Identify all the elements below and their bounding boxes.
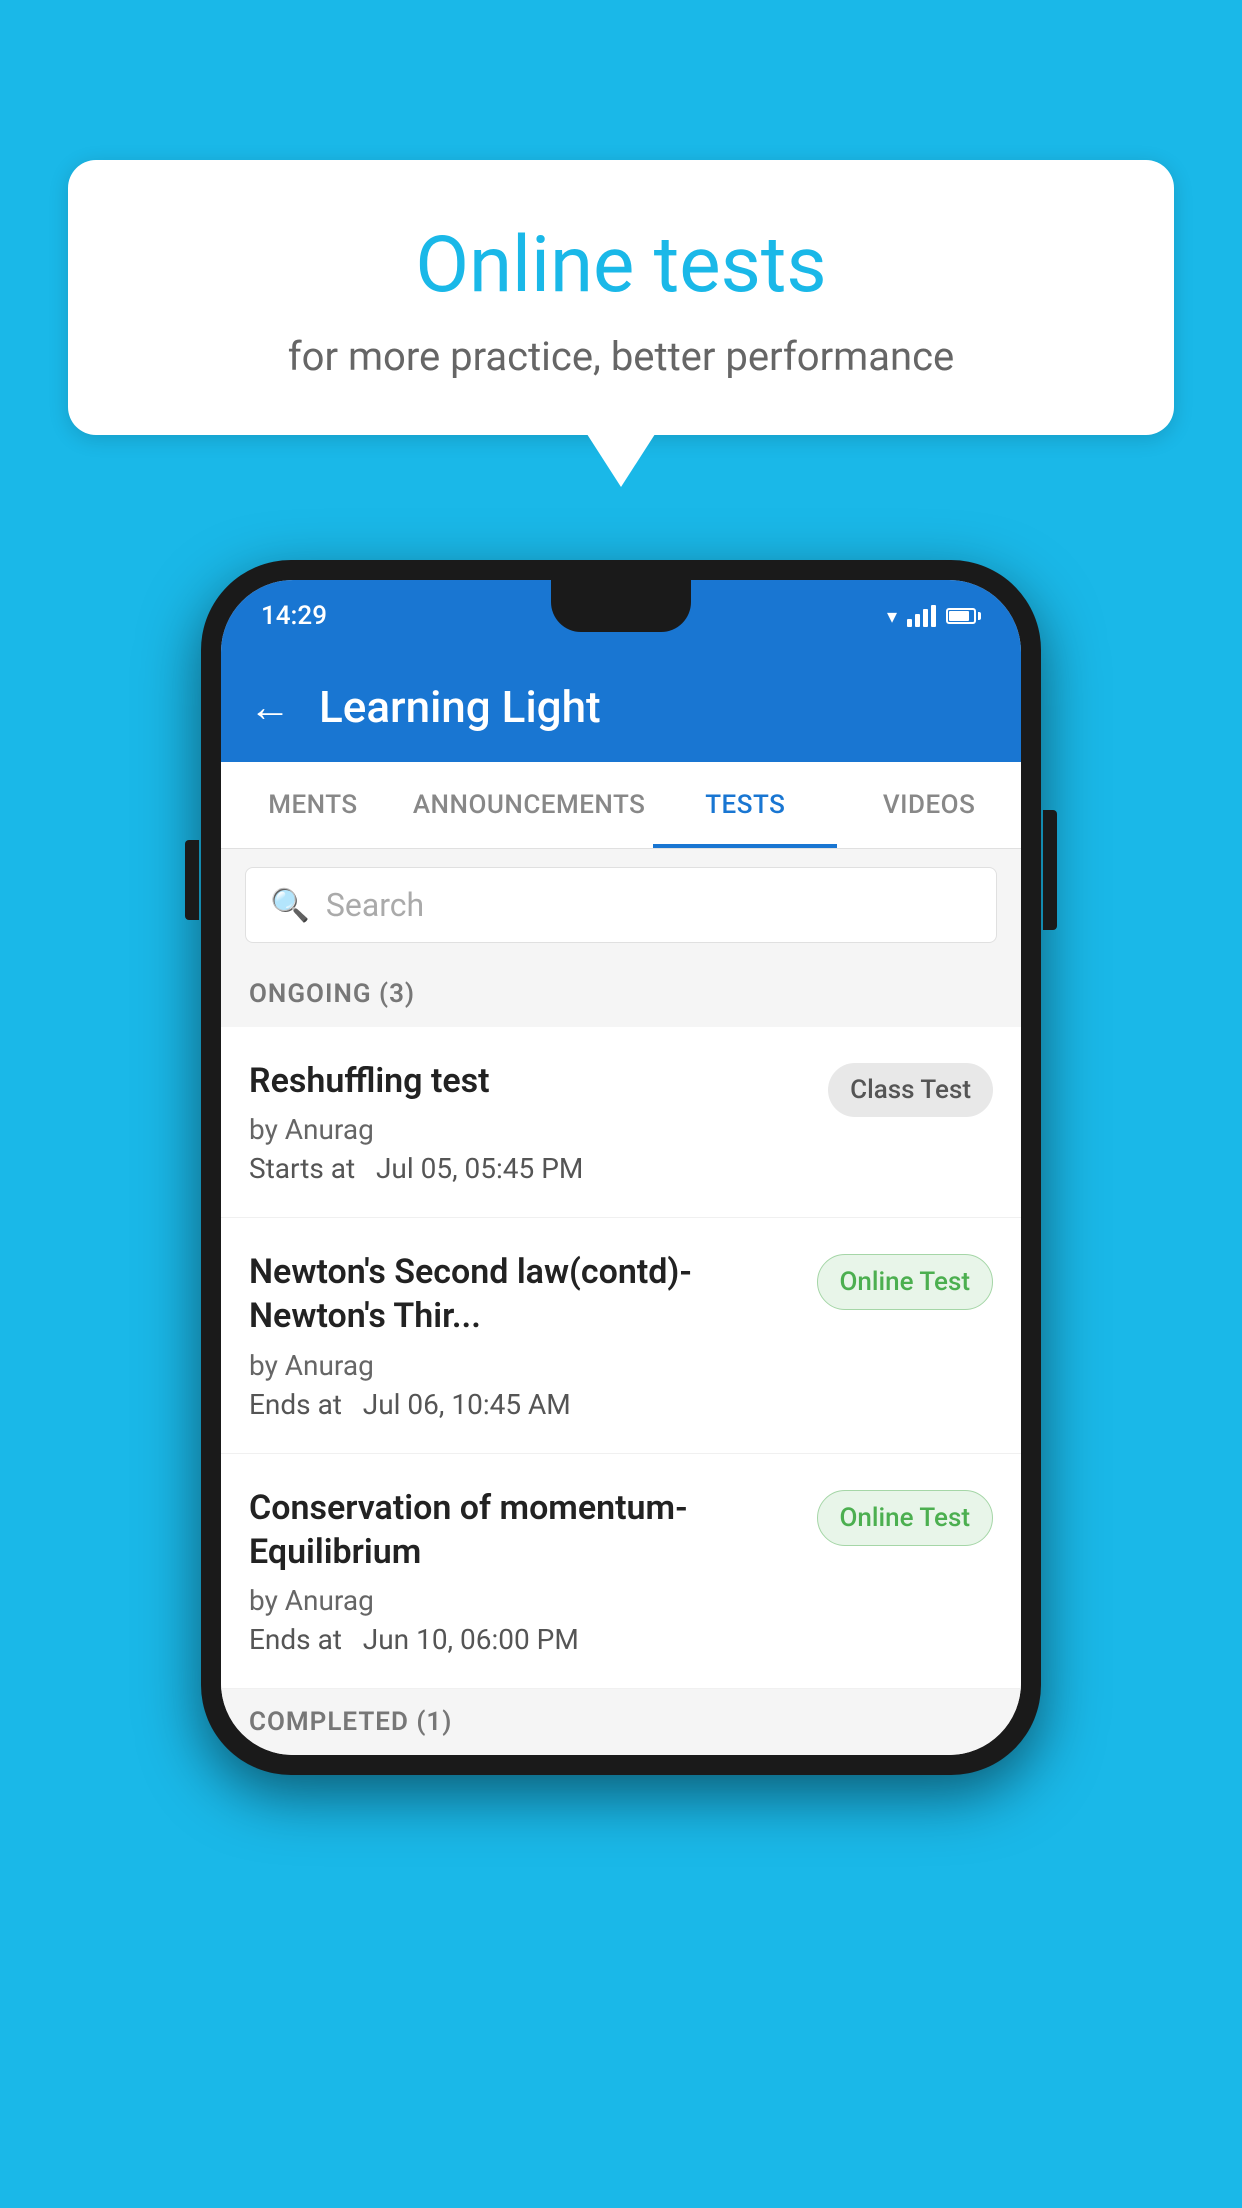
test-author: by Anurag	[249, 1113, 812, 1146]
ongoing-section-header: ONGOING (3)	[221, 961, 1021, 1027]
test-name: Conservation of momentum-Equilibrium	[249, 1486, 801, 1574]
bubble-title: Online tests	[118, 220, 1124, 311]
test-item[interactable]: Conservation of momentum-Equilibrium by …	[221, 1454, 1021, 1689]
tabs-container: MENTS ANNOUNCEMENTS TESTS VIDEOS	[221, 762, 1021, 849]
test-info: Reshuffling test by Anurag Starts at Jul…	[249, 1059, 812, 1185]
notch	[551, 580, 691, 632]
app-bar: ← Learning Light	[221, 652, 1021, 762]
app-bar-title: Learning Light	[319, 681, 601, 733]
speech-bubble: Online tests for more practice, better p…	[68, 160, 1174, 435]
test-info: Conservation of momentum-Equilibrium by …	[249, 1486, 801, 1656]
test-time: Ends at Jul 06, 10:45 AM	[249, 1388, 801, 1421]
phone-screen: 14:29 ▾ ← Learning Ligh	[221, 580, 1021, 1755]
test-item[interactable]: Reshuffling test by Anurag Starts at Jul…	[221, 1027, 1021, 1218]
test-list: Reshuffling test by Anurag Starts at Jul…	[221, 1027, 1021, 1689]
speech-bubble-container: Online tests for more practice, better p…	[68, 160, 1174, 435]
test-badge: Online Test	[817, 1254, 994, 1310]
back-button[interactable]: ←	[249, 683, 291, 732]
signal-icon	[907, 605, 936, 627]
status-time: 14:29	[261, 601, 327, 631]
test-name: Reshuffling test	[249, 1059, 812, 1103]
test-author: by Anurag	[249, 1349, 801, 1382]
test-name: Newton's Second law(contd)-Newton's Thir…	[249, 1250, 801, 1338]
test-badge: Online Test	[817, 1490, 994, 1546]
bubble-subtitle: for more practice, better performance	[118, 333, 1124, 380]
test-time: Ends at Jun 10, 06:00 PM	[249, 1623, 801, 1656]
search-container: 🔍 Search	[221, 849, 1021, 961]
status-bar: 14:29 ▾	[221, 580, 1021, 652]
phone-container: 14:29 ▾ ← Learning Ligh	[201, 560, 1041, 1775]
tab-ments[interactable]: MENTS	[221, 762, 405, 848]
test-item[interactable]: Newton's Second law(contd)-Newton's Thir…	[221, 1218, 1021, 1453]
tab-videos[interactable]: VIDEOS	[837, 762, 1021, 848]
status-icons: ▾	[887, 604, 981, 628]
wifi-icon: ▾	[887, 604, 897, 628]
phone-frame: 14:29 ▾ ← Learning Ligh	[201, 560, 1041, 1775]
test-badge: Class Test	[828, 1063, 993, 1117]
battery-icon	[946, 608, 981, 624]
test-info: Newton's Second law(contd)-Newton's Thir…	[249, 1250, 801, 1420]
search-placeholder: Search	[326, 886, 424, 924]
tab-announcements[interactable]: ANNOUNCEMENTS	[405, 762, 654, 848]
search-icon: 🔍	[270, 886, 310, 924]
test-time: Starts at Jul 05, 05:45 PM	[249, 1152, 812, 1185]
test-author: by Anurag	[249, 1584, 801, 1617]
tab-tests[interactable]: TESTS	[653, 762, 837, 848]
search-bar[interactable]: 🔍 Search	[245, 867, 997, 943]
completed-section-header: COMPLETED (1)	[221, 1689, 1021, 1755]
